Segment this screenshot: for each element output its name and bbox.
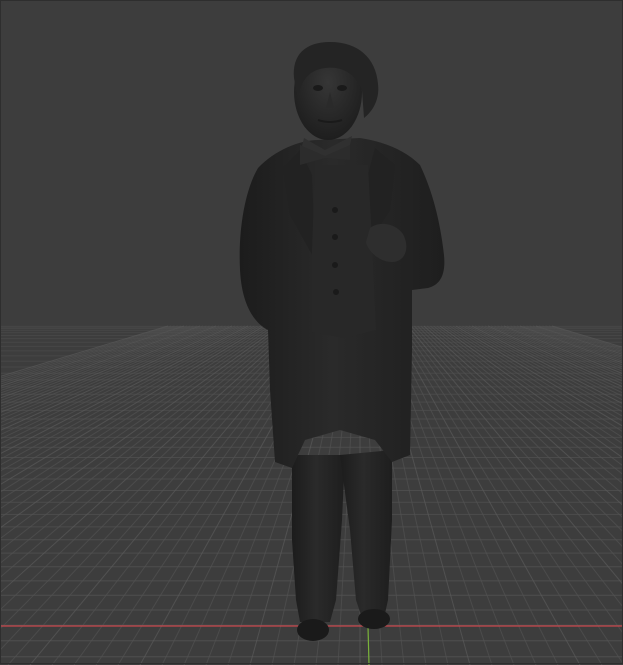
model-eye-right [337,85,347,91]
grid-line-vertical [484,325,623,391]
y-axis-line [367,625,370,665]
statue-model[interactable] [239,42,445,641]
grid-line-vertical [0,325,246,450]
grid-line-vertical [414,325,623,548]
model-button [332,234,338,240]
grid-line-vertical [0,325,258,472]
model-left-shoe [297,619,329,641]
model-right-shoe [358,609,390,629]
grid-line-vertical [388,325,559,665]
viewport-canvas[interactable] [0,0,623,665]
grid-line-vertical [452,325,623,433]
model-waistcoat [312,165,376,338]
3d-viewport[interactable] [0,0,623,665]
model-trousers [292,455,345,622]
grid-line-vertical [0,325,207,405]
model-trousers-right [340,450,392,618]
grid-line-vertical [0,325,249,455]
grid-line-vertical [487,325,623,388]
model-button [333,289,339,295]
grid-line-vertical [0,325,210,407]
model-eye-left [313,85,323,91]
model-button [332,262,338,268]
model-button [332,207,338,213]
